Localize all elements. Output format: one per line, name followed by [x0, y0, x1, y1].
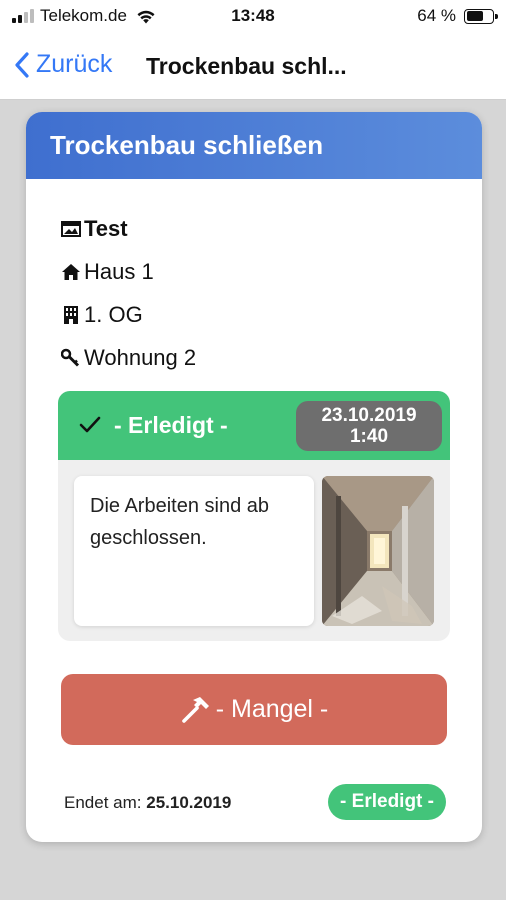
status-photo[interactable] — [322, 476, 434, 626]
end-date-value: 25.10.2019 — [146, 793, 232, 812]
status-label: - Erledigt - — [114, 412, 228, 438]
hammer-icon — [181, 696, 209, 723]
project-row: Test — [60, 207, 482, 250]
navigation-bar: Zurück Trockenbau schl... — [0, 36, 506, 100]
mangel-button[interactable]: - Mangel - — [61, 674, 447, 745]
unit-row: Wohnung 2 — [60, 336, 482, 379]
task-card: Trockenbau schließen Test Haus 1 1. OG W… — [26, 112, 482, 842]
location-info: Test Haus 1 1. OG Wohnung 2 — [26, 179, 482, 379]
status-date-badge: 23.10.2019 1:40 — [296, 401, 442, 451]
building-row: Haus 1 — [60, 250, 482, 293]
corridor-photo-image — [322, 476, 434, 626]
status-badge: - Erledigt - — [328, 784, 446, 820]
project-icon — [60, 218, 82, 240]
house-icon — [60, 261, 82, 283]
project-name: Test — [84, 215, 128, 241]
card-title: Trockenbau schließen — [50, 130, 324, 160]
status-bar: Telekom.de 13:48 64 % — [0, 0, 506, 36]
battery-fill — [466, 11, 483, 21]
mangel-button-label: - Mangel - — [215, 695, 329, 723]
checkmark-icon — [79, 416, 101, 433]
status-note: Die Arbeiten sind ab geschlossen. — [74, 476, 314, 626]
end-date-label: Endet am: — [64, 793, 142, 812]
status-header: - Erledigt - 23.10.2019 1:40 — [58, 391, 450, 460]
status-entry: - Erledigt - 23.10.2019 1:40 Die Arbeite… — [58, 391, 450, 641]
back-label: Zurück — [36, 50, 113, 78]
status-time: 1:40 — [349, 426, 389, 447]
key-icon — [60, 347, 82, 369]
building-icon — [60, 304, 82, 326]
status-bar-right: 64 % — [417, 6, 498, 26]
end-date: Endet am: 25.10.2019 — [64, 793, 231, 813]
battery-percent: 64 % — [417, 6, 456, 25]
unit-name: Wohnung 2 — [84, 344, 197, 370]
chevron-left-icon — [15, 51, 29, 78]
back-button[interactable]: Zurück — [14, 50, 112, 79]
battery-icon — [464, 8, 498, 24]
card-header: Trockenbau schließen — [26, 112, 482, 179]
status-date: 23.10.2019 — [321, 405, 417, 426]
floor-row: 1. OG — [60, 293, 482, 336]
building-name: Haus 1 — [84, 258, 154, 284]
page-title: Trockenbau schl... — [146, 53, 347, 79]
floor-name: 1. OG — [84, 301, 143, 327]
card-footer: Endet am: 25.10.2019 - Erledigt - — [64, 784, 446, 822]
